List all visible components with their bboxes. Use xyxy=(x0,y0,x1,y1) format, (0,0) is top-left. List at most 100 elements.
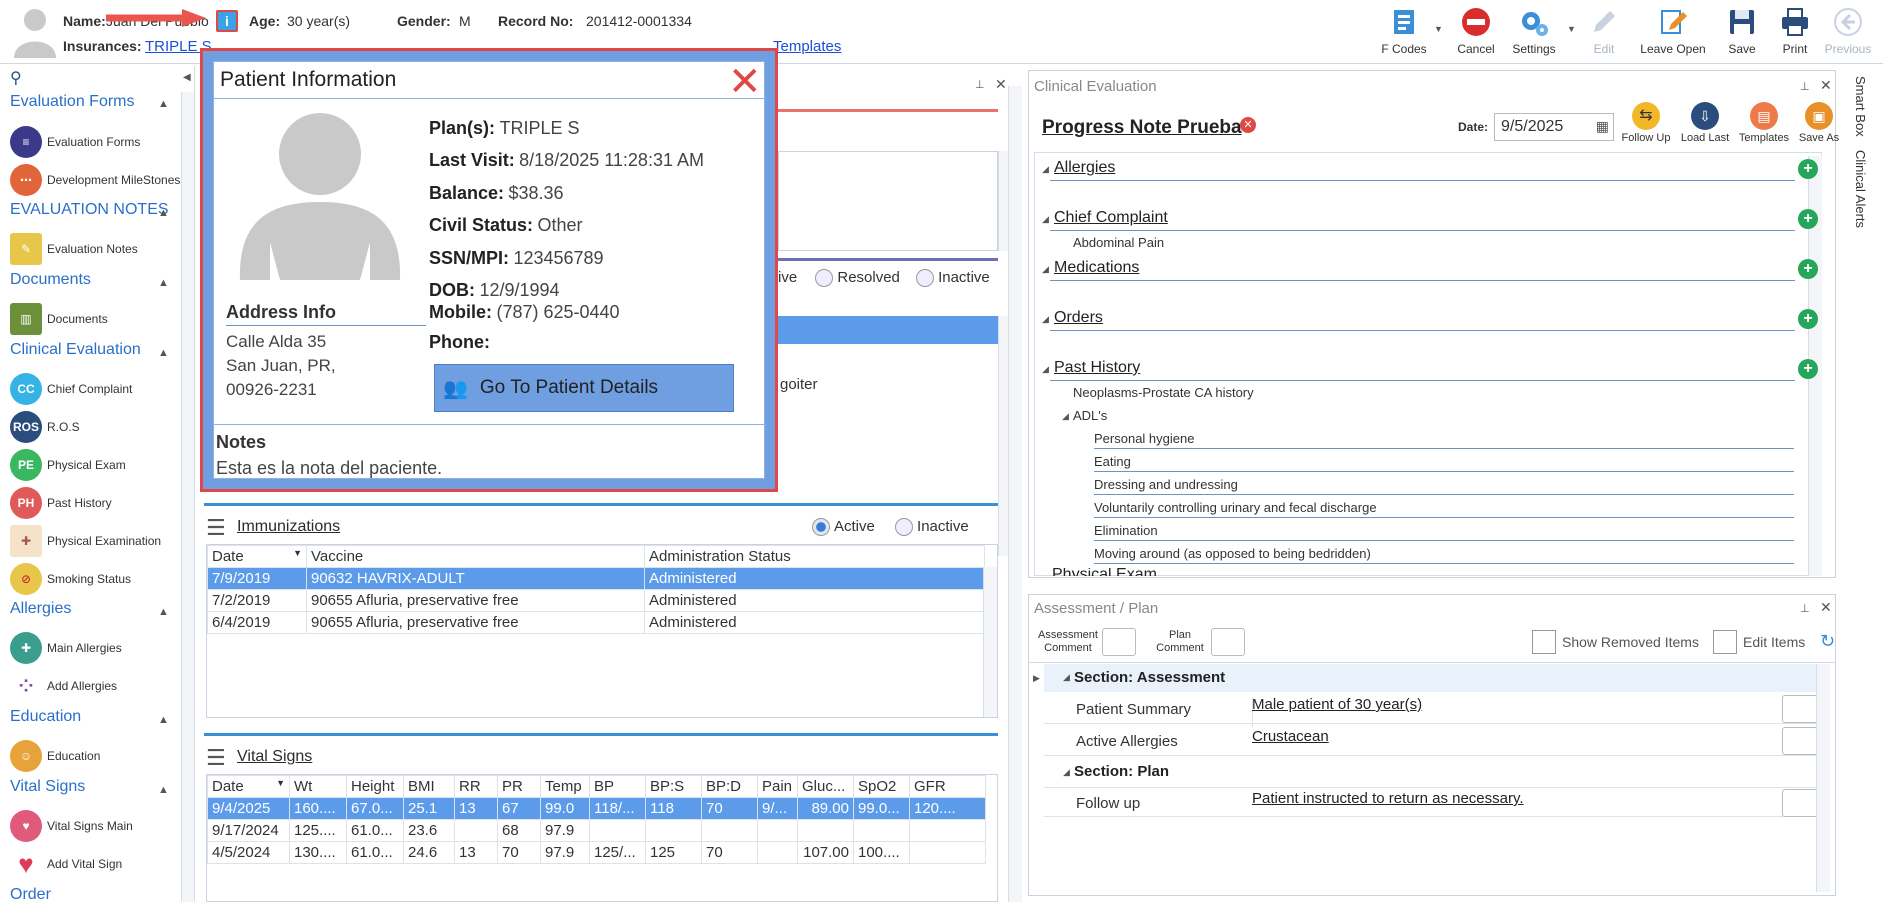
chevron-up-icon[interactable]: ▲ xyxy=(158,207,169,219)
assessment-scrollbar[interactable] xyxy=(1816,664,1830,892)
table-row[interactable]: 9/4/2025 160.... 67.0... 25.1 13 67 99.0 118/..… xyxy=(207,797,986,820)
chevron-up-icon[interactable]: ▲ xyxy=(158,714,169,726)
table-row[interactable]: 7/9/2019 90632 HAVRIX-ADULT Administered xyxy=(207,567,985,590)
follow-up-button[interactable]: ⇆ Follow Up xyxy=(1617,102,1675,144)
radio-inactive[interactable] xyxy=(916,269,935,288)
search-icon[interactable]: ⚲ xyxy=(10,68,22,88)
calendar-icon[interactable]: ▦ xyxy=(1596,118,1609,135)
go-to-patient-details-button[interactable]: 👥 Go To Patient Details xyxy=(434,364,734,412)
column-header[interactable]: Gluc... xyxy=(797,775,854,798)
nav-section-evaluation-notes[interactable]: EVALUATION NOTES xyxy=(10,201,169,219)
previous-button[interactable]: Previous xyxy=(1816,6,1880,56)
column-header[interactable]: Vaccine xyxy=(306,545,645,568)
collapse-triangle-icon[interactable]: ◢ xyxy=(1063,672,1070,683)
nav-item-chief-complaint[interactable]: CC Chief Complaint xyxy=(10,372,132,406)
nav-item-main-allergies[interactable]: ✚ Main Allergies xyxy=(10,631,122,665)
section-chief-complaint[interactable]: Chief Complaint xyxy=(1054,209,1168,227)
radio-inactive-label[interactable]: Inactive xyxy=(938,269,990,286)
radio-resolved[interactable] xyxy=(815,269,834,288)
table-row[interactable]: 9/17/2024 125.... 61.0... 23.6 68 97.9 xyxy=(207,819,986,842)
radio-resolved-label[interactable]: Resolved xyxy=(837,269,900,286)
nav-item-smoking-status[interactable]: ⊘ Smoking Status xyxy=(10,562,131,596)
table-row[interactable]: 7/2/2019 90655 Afluria, preservative free… xyxy=(207,589,985,612)
column-header[interactable]: SpO2 xyxy=(853,775,910,798)
show-removed-checkbox[interactable] xyxy=(1532,630,1556,654)
column-header[interactable]: Pain xyxy=(757,775,798,798)
collapse-triangle-icon[interactable]: ◢ xyxy=(1042,314,1049,325)
nav-section-clinical-evaluation[interactable]: Clinical Evaluation xyxy=(10,341,141,359)
leave-open-button[interactable]: Leave Open xyxy=(1640,6,1706,56)
nav-item-physical-exam[interactable]: PE Physical Exam xyxy=(10,448,126,482)
nav-item-physical-examination[interactable]: ✚ Physical Examination xyxy=(10,524,161,558)
column-header[interactable]: GFR xyxy=(909,775,986,798)
collapse-triangle-icon[interactable]: ◢ xyxy=(1063,767,1070,778)
column-header[interactable]: BP:D xyxy=(701,775,758,798)
templates-link[interactable]: Templates xyxy=(773,38,841,55)
column-header[interactable]: RR xyxy=(454,775,498,798)
nav-item-evaluation-forms[interactable]: ≡ Evaluation Forms xyxy=(10,125,140,159)
sort-icon[interactable]: ▼ xyxy=(293,548,302,558)
nav-section-documents[interactable]: Documents xyxy=(10,271,91,289)
nav-section-vital-signs[interactable]: Vital Signs xyxy=(10,778,85,796)
table-row[interactable]: 6/4/2019 90655 Afluria, preservative free… xyxy=(207,611,985,634)
fcodes-button[interactable]: F Codes xyxy=(1372,6,1436,56)
expand-triangle-icon[interactable]: ▶ xyxy=(1033,673,1040,684)
cancel-button[interactable]: Cancel xyxy=(1444,6,1508,56)
nav-item-past-history[interactable]: PH Past History xyxy=(10,486,112,520)
radio-active[interactable] xyxy=(812,518,830,537)
add-order-plus-icon[interactable]: + xyxy=(1798,309,1818,329)
add-past-history-plus-icon[interactable]: + xyxy=(1798,359,1818,379)
remove-note-icon[interactable]: ✕ xyxy=(1240,117,1256,133)
section-physical-exam[interactable]: Physical Exam xyxy=(1052,568,1157,576)
nav-section-allergies[interactable]: Allergies xyxy=(10,600,71,618)
follow-up-value[interactable]: Patient instructed to return as necessar… xyxy=(1252,790,1524,807)
section-past-history[interactable]: Past History xyxy=(1054,359,1140,377)
templates-button[interactable]: ▤ Templates xyxy=(1735,102,1793,144)
column-header[interactable]: BP xyxy=(589,775,646,798)
collapse-triangle-icon[interactable]: ◢ xyxy=(1042,364,1049,375)
column-header[interactable]: Height xyxy=(346,775,404,798)
immunizations-scrollbar[interactable] xyxy=(983,567,997,717)
edit-items-checkbox[interactable] xyxy=(1713,630,1737,654)
nav-item-evaluation-notes[interactable]: ✎ Evaluation Notes xyxy=(10,232,138,266)
smart-box-tab[interactable]: Smart Box xyxy=(1853,76,1868,137)
save-as-button[interactable]: ▣ Save As xyxy=(1790,102,1848,144)
hamburger-menu-icon[interactable]: ☰ xyxy=(206,515,226,541)
column-header[interactable]: Wt xyxy=(289,775,347,798)
section-medications[interactable]: Medications xyxy=(1054,259,1139,277)
add-medication-plus-icon[interactable]: + xyxy=(1798,259,1818,279)
close-icon[interactable]: ✕ xyxy=(995,76,1007,93)
settings-button[interactable]: Settings xyxy=(1502,6,1566,56)
pin-icon[interactable]: ⊥ xyxy=(1800,80,1810,93)
patient-summary-value[interactable]: Male patient of 30 year(s) xyxy=(1252,696,1422,713)
table-row-selected[interactable] xyxy=(778,316,998,344)
refresh-icon[interactable]: ↻ xyxy=(1820,631,1835,652)
add-allergy-plus-icon[interactable]: + xyxy=(1798,159,1818,179)
pin-icon[interactable]: ⊥ xyxy=(975,78,985,91)
chevron-up-icon[interactable]: ▲ xyxy=(158,347,169,359)
column-header[interactable]: Administration Status xyxy=(644,545,985,568)
nav-section-order[interactable]: Order xyxy=(10,886,51,902)
pin-icon[interactable]: ⊥ xyxy=(1800,602,1810,615)
date-input[interactable]: 9/5/2025 ▦ xyxy=(1494,113,1614,141)
patient-info-button[interactable]: i xyxy=(216,10,238,32)
collapse-nav-icon[interactable]: ◀ xyxy=(183,72,191,83)
column-header[interactable]: BP:S xyxy=(645,775,702,798)
column-header[interactable]: Date ▼ xyxy=(207,775,290,798)
sort-icon[interactable]: ▼ xyxy=(276,778,285,788)
column-header[interactable]: BMI xyxy=(403,775,455,798)
assessment-comment-button[interactable] xyxy=(1102,628,1136,656)
radio-active-label[interactable]: Active xyxy=(834,518,875,535)
nav-item-development-milestones[interactable]: ⋯ Development MileStones xyxy=(10,163,180,197)
column-header[interactable]: Temp xyxy=(540,775,590,798)
radio-active-label[interactable]: ive xyxy=(778,269,797,286)
clinical-alerts-tab[interactable]: Clinical Alerts xyxy=(1853,150,1868,228)
nav-item-add-vital-sign[interactable]: ♥ Add Vital Sign xyxy=(10,847,122,881)
load-last-button[interactable]: ⇩ Load Last xyxy=(1676,102,1734,144)
hamburger-menu-icon[interactable]: ☰ xyxy=(206,745,226,771)
chevron-up-icon[interactable]: ▲ xyxy=(158,98,169,110)
section-allergies[interactable]: Allergies xyxy=(1054,159,1115,177)
collapse-triangle-icon[interactable]: ◢ xyxy=(1042,164,1049,175)
active-allergies-value[interactable]: Crustacean xyxy=(1252,728,1329,745)
middle-scrollbar[interactable] xyxy=(1008,86,1022,902)
